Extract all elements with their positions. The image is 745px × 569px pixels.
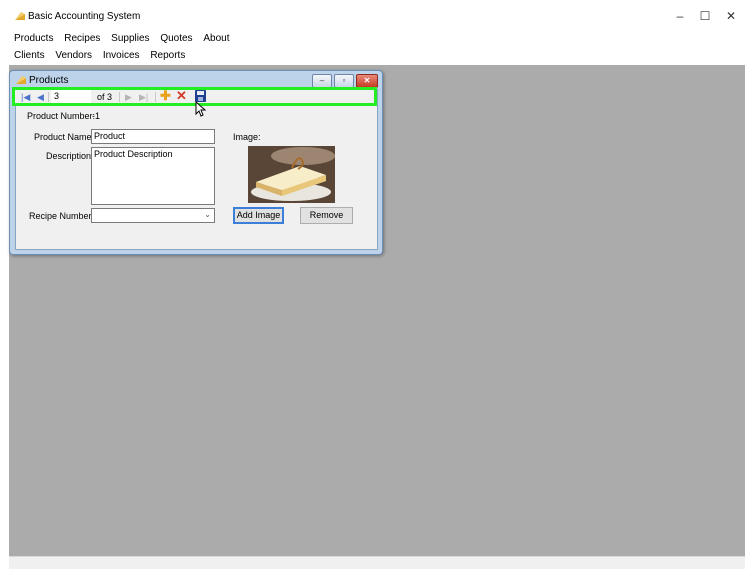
product-number-value: -1 — [92, 111, 101, 121]
product-image — [248, 146, 335, 203]
status-bar — [9, 556, 745, 569]
child-minimize-glyph: – — [319, 76, 325, 85]
menu-bar-row-1: Products Recipes Supplies Quotes About — [14, 31, 274, 47]
menu-about[interactable]: About — [203, 31, 229, 47]
chevron-down-icon: ⌄ — [204, 210, 211, 219]
add-new-icon[interactable]: ✚ — [160, 89, 171, 102]
close-button[interactable]: ✕ — [720, 6, 742, 26]
mouse-cursor-icon — [195, 101, 207, 117]
product-name-label: Product Name: — [34, 132, 95, 142]
move-last-button[interactable]: ▶| — [139, 91, 148, 103]
description-input[interactable]: Product Description — [91, 147, 215, 205]
app-title: Basic Accounting System — [28, 11, 141, 22]
delete-icon[interactable]: ✕ — [176, 89, 187, 102]
description-label: Description: — [46, 151, 94, 161]
menu-reports[interactable]: Reports — [150, 48, 185, 64]
app-window: Basic Accounting System – ☐ ✕ Products R… — [0, 0, 745, 569]
child-close-button[interactable]: ✕ — [356, 74, 378, 88]
menu-bar-row-2: Clients Vendors Invoices Reports — [14, 48, 274, 64]
child-window-controls: – ▫ ✕ — [312, 74, 378, 88]
menu-invoices[interactable]: Invoices — [103, 48, 140, 64]
child-close-glyph: ✕ — [363, 76, 371, 85]
add-image-button[interactable]: Add Image — [233, 207, 284, 224]
position-input[interactable]: 3 — [51, 90, 91, 103]
products-window-title: Products — [29, 75, 69, 86]
app-icon — [15, 12, 25, 20]
child-restore-button[interactable]: ▫ — [334, 74, 354, 88]
product-number-label: Product Number: — [27, 111, 96, 121]
remove-button[interactable]: Remove — [300, 207, 353, 224]
menu-vendors[interactable]: Vendors — [55, 48, 92, 64]
menu-quotes[interactable]: Quotes — [160, 31, 192, 47]
recipe-number-combobox[interactable]: ⌄ — [91, 208, 215, 223]
navigator-separator — [119, 92, 120, 102]
child-minimize-button[interactable]: – — [312, 74, 332, 88]
child-restore-glyph: ▫ — [342, 76, 346, 85]
move-first-button[interactable]: |◀ — [21, 91, 30, 103]
recipe-number-label: Recipe Number: — [29, 211, 95, 221]
move-next-button[interactable]: ▶ — [125, 91, 132, 103]
navigator-separator — [48, 92, 49, 102]
count-label: of 3 — [97, 92, 113, 102]
move-previous-button[interactable]: ◀ — [37, 91, 44, 103]
minimize-button[interactable]: – — [669, 6, 691, 26]
title-bar: Basic Accounting System – ☐ ✕ — [0, 0, 745, 32]
menu-recipes[interactable]: Recipes — [64, 31, 100, 47]
menu-products[interactable]: Products — [14, 31, 53, 47]
image-label: Image: — [233, 132, 261, 142]
navigator-separator — [155, 92, 156, 102]
maximize-button[interactable]: ☐ — [694, 6, 716, 26]
menu-clients[interactable]: Clients — [14, 48, 45, 64]
menu-supplies[interactable]: Supplies — [111, 31, 149, 47]
product-name-input[interactable]: Product — [91, 129, 215, 144]
products-icon — [16, 76, 26, 84]
